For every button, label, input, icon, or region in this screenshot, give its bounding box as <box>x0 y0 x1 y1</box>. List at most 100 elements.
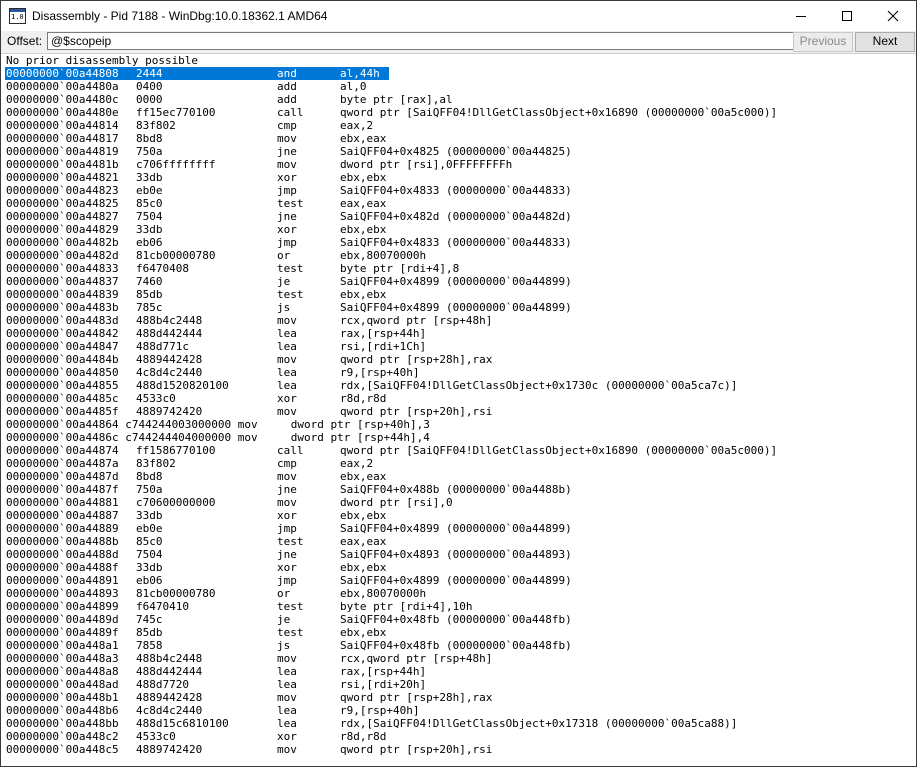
disassembly-line[interactable]: 00000000`00a4483b 785c js SaiQFF04+0x4899 (… <box>4 301 915 314</box>
disassembly-line[interactable]: 00000000`00a4485f 4889742420 mov qword ptr … <box>4 405 915 418</box>
instruction-mnemonic: test <box>277 600 304 613</box>
disassembly-line[interactable]: 00000000`00a4488d 7504 jne SaiQFF04+0x4893 … <box>4 548 915 561</box>
disassembly-line[interactable]: 00000000`00a448bb 488d15c6810100 lea rdx,[S… <box>4 717 915 730</box>
disassembly-line[interactable]: 00000000`00a44887 33db xor ebx,ebx <box>4 509 915 522</box>
disassembly-line[interactable]: 00000000`00a44889 eb0e jmp SaiQFF04+0x4899 … <box>4 522 915 535</box>
instruction-address: 00000000`00a44847 <box>6 340 119 353</box>
instruction-bytes: 33db <box>136 171 163 184</box>
offset-input[interactable] <box>47 32 794 50</box>
instruction-address: 00000000`00a44821 <box>6 171 119 184</box>
disassembly-line[interactable]: 00000000`00a44821 33db xor ebx,ebx <box>4 171 915 184</box>
instruction-bytes: f6470408 <box>136 262 189 275</box>
next-button[interactable]: Next <box>855 32 915 52</box>
disassembly-line[interactable]: 00000000`00a4487f 750a jne SaiQFF04+0x488b … <box>4 483 915 496</box>
instruction-mnemonic: test <box>277 262 304 275</box>
disassembly-line[interactable]: 00000000`00a44899 f6470410 test byte ptr [r… <box>4 600 915 613</box>
disassembly-line[interactable]: 00000000`00a44839 85db test ebx,ebx <box>4 288 915 301</box>
disassembly-line[interactable]: 00000000`00a4480e ff15ec770100 call qword p… <box>4 106 915 119</box>
instruction-bytes: 488d771c <box>136 340 189 353</box>
disassembly-line[interactable]: 00000000`00a4487a 83f802 cmp eax,2 <box>4 457 915 470</box>
instruction-mnemonic: je <box>277 613 291 626</box>
instruction-address: 00000000`00a44855 <box>6 379 119 392</box>
instruction-mnemonic: xor <box>277 171 297 184</box>
disassembly-line[interactable]: 00000000`00a44850 4c8d4c2440 lea r9,[rsp+40… <box>4 366 915 379</box>
disassembly-line[interactable]: 00000000`00a44819 750a jne SaiQFF04+0x4825 … <box>4 145 915 158</box>
disassembly-line[interactable]: 00000000`00a44825 85c0 test eax,eax <box>4 197 915 210</box>
disassembly-line[interactable]: 00000000`00a448a3 488b4c2448 mov rcx,qword … <box>4 652 915 665</box>
instruction-operands: ebx,eax <box>340 470 387 483</box>
disassembly-line[interactable]: 00000000`00a44864 c744244003000000 mov d… <box>4 418 915 431</box>
close-button[interactable] <box>870 1 916 31</box>
disassembly-line[interactable]: 00000000`00a4481b c706ffffffff mov dword pt… <box>4 158 915 171</box>
offset-label: Offset: <box>7 34 43 48</box>
disassembly-line[interactable]: 00000000`00a448a1 7858 js SaiQFF04+0x48fb (… <box>4 639 915 652</box>
previous-button[interactable]: Previous <box>793 32 853 52</box>
instruction-operands: ebx,ebx <box>340 223 387 236</box>
disassembly-line[interactable]: 00000000`00a4487d 8bd8 mov ebx,eax <box>4 470 915 483</box>
instruction-bytes: 488d442444 <box>136 665 203 678</box>
disassembly-line[interactable]: 00000000`00a44829 33db xor ebx,ebx <box>4 223 915 236</box>
disassembly-line[interactable]: 00000000`00a4482d 81cb00000780 or ebx,80070… <box>4 249 915 262</box>
disassembly-line[interactable]: 00000000`00a44881 c70600000000 mov dword pt… <box>4 496 915 509</box>
disassembly-line[interactable]: 00000000`00a44833 f6470408 test byte ptr [r… <box>4 262 915 275</box>
disassembly-line[interactable]: 00000000`00a44817 8bd8 mov ebx,eax <box>4 132 915 145</box>
disassembly-line[interactable]: 00000000`00a4489d 745c je SaiQFF04+0x48fb (… <box>4 613 915 626</box>
instruction-mnemonic: lea <box>277 366 297 379</box>
instruction-address: 00000000`00a448ad <box>6 678 119 691</box>
disassembly-line[interactable]: 00000000`00a4485c 4533c0 xor r8d,r8d <box>4 392 915 405</box>
disassembly-line[interactable]: 00000000`00a4489f 85db test ebx,ebx <box>4 626 915 639</box>
disassembly-line[interactable]: 00000000`00a448b6 4c8d4c2440 lea r9,[rsp+40… <box>4 704 915 717</box>
disassembly-line[interactable]: 00000000`00a4488f 33db xor ebx,ebx <box>4 561 915 574</box>
instruction-bytes: 85c0 <box>136 535 163 548</box>
disassembly-line[interactable]: 00000000`00a44847 488d771c lea rsi,[rdi+1Ch… <box>4 340 915 353</box>
instruction-mnemonic: test <box>277 197 304 210</box>
instruction-bytes: 2444 <box>136 67 163 80</box>
disassembly-line-current[interactable]: 00000000`00a44808 2444 and al,44h <box>4 67 915 80</box>
instruction-bytes: 0400 <box>136 80 163 93</box>
disassembly-listing[interactable]: No prior disassembly possible 00000000`0… <box>4 54 915 766</box>
instruction-address: 00000000`00a44825 <box>6 197 119 210</box>
instruction-operands: rsi,[rdi+1Ch] <box>340 340 427 353</box>
disassembly-line[interactable]: 00000000`00a44874 ff1586770100 call qword p… <box>4 444 915 457</box>
title-bar[interactable]: 1.0 Disassembly - Pid 7188 - WinDbg:10.0… <box>1 1 916 31</box>
disassembly-line[interactable]: 00000000`00a4482b eb06 jmp SaiQFF04+0x4833 … <box>4 236 915 249</box>
disassembly-line[interactable]: 00000000`00a448ad 488d7720 lea rsi,[rdi+20h… <box>4 678 915 691</box>
disassembly-line[interactable]: 00000000`00a44827 7504 jne SaiQFF04+0x482d … <box>4 210 915 223</box>
instruction-address: 00000000`00a44814 <box>6 119 119 132</box>
disassembly-line[interactable]: 00000000`00a448c5 4889742420 mov qword ptr … <box>4 743 915 756</box>
disassembly-line[interactable]: 00000000`00a4488b 85c0 test eax,eax <box>4 535 915 548</box>
maximize-button[interactable] <box>824 1 870 31</box>
disassembly-line[interactable]: 00000000`00a4486c c744244404000000 mov d… <box>4 431 915 444</box>
instruction-operands: ebx,ebx <box>340 626 387 639</box>
instruction-address: 00000000`00a448b6 <box>6 704 119 717</box>
disassembly-line[interactable]: 00000000`00a44814 83f802 cmp eax,2 <box>4 119 915 132</box>
disassembly-line[interactable]: 00000000`00a44842 488d442444 lea rax,[rsp+4… <box>4 327 915 340</box>
instruction-operands: byte ptr [rdi+4],8 <box>340 262 460 275</box>
disassembly-line[interactable]: 00000000`00a44823 eb0e jmp SaiQFF04+0x4833 … <box>4 184 915 197</box>
disassembly-line[interactable]: 00000000`00a44837 7460 je SaiQFF04+0x4899 (… <box>4 275 915 288</box>
offset-toolbar: Offset: Previous Next <box>1 31 916 54</box>
disassembly-line[interactable]: 00000000`00a4484b 4889442428 mov qword ptr … <box>4 353 915 366</box>
disassembly-line[interactable]: 00000000`00a44891 eb06 jmp SaiQFF04+0x4899 … <box>4 574 915 587</box>
disassembly-line[interactable]: 00000000`00a44893 81cb00000780 or ebx,80070… <box>4 587 915 600</box>
disassembly-line[interactable]: 00000000`00a448b1 4889442428 mov qword ptr … <box>4 691 915 704</box>
disassembly-line[interactable]: 00000000`00a448a8 488d442444 lea rax,[rsp+4… <box>4 665 915 678</box>
disassembly-line[interactable]: 00000000`00a44855 488d1520820100 lea rdx,[S… <box>4 379 915 392</box>
instruction-address: 00000000`00a448b1 <box>6 691 119 704</box>
instruction-bytes: c706ffffffff <box>136 158 216 171</box>
instruction-operands: eax,2 <box>340 457 374 470</box>
disassembly-line[interactable]: 00000000`00a448c2 4533c0 xor r8d,r8d <box>4 730 915 743</box>
disassembly-line[interactable]: 00000000`00a4480a 0400 add al,0 <box>4 80 915 93</box>
minimize-button[interactable] <box>778 1 824 31</box>
instruction-bytes: ff1586770100 <box>136 444 216 457</box>
instruction-bytes: 83f802 <box>136 119 176 132</box>
instruction-address: 00000000`00a44881 <box>6 496 119 509</box>
instruction-mnemonic: call <box>277 106 304 119</box>
instruction-mnemonic: mov <box>277 652 297 665</box>
close-icon <box>887 10 899 22</box>
instruction-operands: rax,[rsp+44h] <box>340 327 427 340</box>
instruction-address: 00000000`00a44829 <box>6 223 119 236</box>
disassembly-line[interactable]: 00000000`00a4483d 488b4c2448 mov rcx,qword … <box>4 314 915 327</box>
disassembly-line[interactable]: 00000000`00a4480c 0000 add byte ptr [rax],a… <box>4 93 915 106</box>
instruction-address: 00000000`00a4487d <box>6 470 119 483</box>
